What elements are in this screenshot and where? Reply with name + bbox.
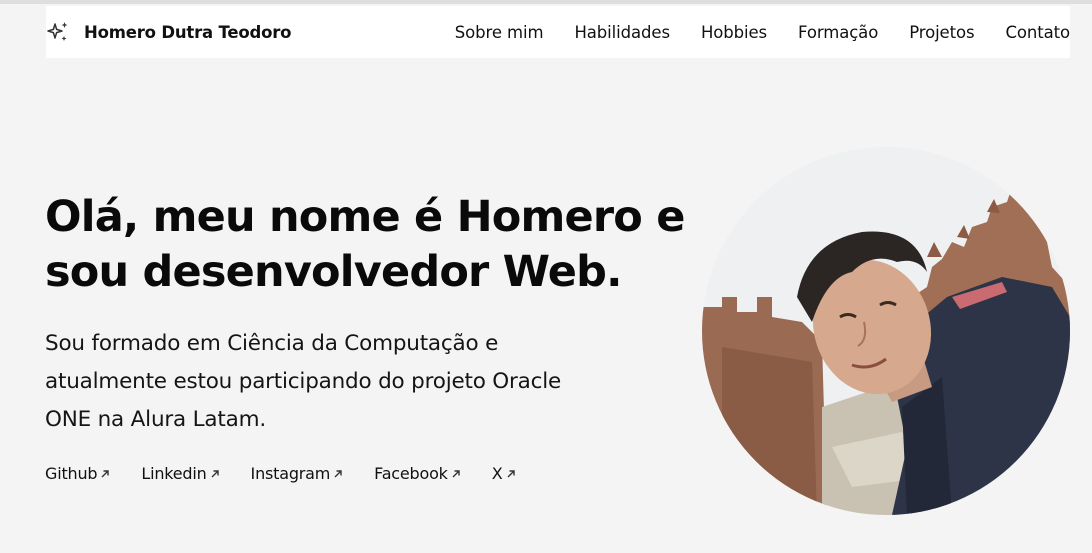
arrow-up-right-icon (333, 469, 343, 479)
arrow-up-right-icon (506, 469, 516, 479)
top-border (0, 0, 1092, 4)
sparkles-icon (46, 20, 70, 44)
social-link-label: Instagram (250, 464, 331, 483)
brand-name: Homero Dutra Teodoro (84, 22, 292, 42)
hero-title: Olá, meu nome é Homero e sou desenvolved… (45, 192, 685, 297)
nav-projetos[interactable]: Projetos (909, 23, 974, 42)
navbar: Homero Dutra Teodoro Sobre mim Habilidad… (46, 6, 1070, 58)
social-link-label: Linkedin (141, 464, 207, 483)
social-links: Github Linkedin Instagram Facebook X (45, 464, 547, 483)
social-link-linkedin[interactable]: Linkedin (141, 464, 219, 483)
nav-habilidades[interactable]: Habilidades (574, 23, 670, 42)
social-link-instagram[interactable]: Instagram (251, 464, 344, 483)
brand[interactable]: Homero Dutra Teodoro (46, 20, 292, 44)
social-link-github[interactable]: Github (45, 464, 110, 483)
hero-subtitle: Sou formado em Ciência da Computação e a… (45, 331, 562, 432)
nav-sobre-mim[interactable]: Sobre mim (455, 23, 544, 42)
social-link-label: Github (45, 464, 98, 483)
arrow-up-right-icon (451, 469, 461, 479)
profile-photo (702, 147, 1070, 515)
nav-contato[interactable]: Contato (1005, 23, 1070, 42)
arrow-up-right-icon (100, 469, 110, 479)
nav-hobbies[interactable]: Hobbies (701, 23, 767, 42)
social-link-facebook[interactable]: Facebook (374, 464, 461, 483)
main-nav: Sobre mim Habilidades Hobbies Formação P… (455, 6, 1070, 58)
arrow-up-right-icon (210, 469, 220, 479)
social-link-label: Facebook (374, 464, 448, 483)
nav-formacao[interactable]: Formação (798, 23, 878, 42)
social-link-x[interactable]: X (492, 464, 516, 483)
social-link-label: X (491, 464, 503, 483)
